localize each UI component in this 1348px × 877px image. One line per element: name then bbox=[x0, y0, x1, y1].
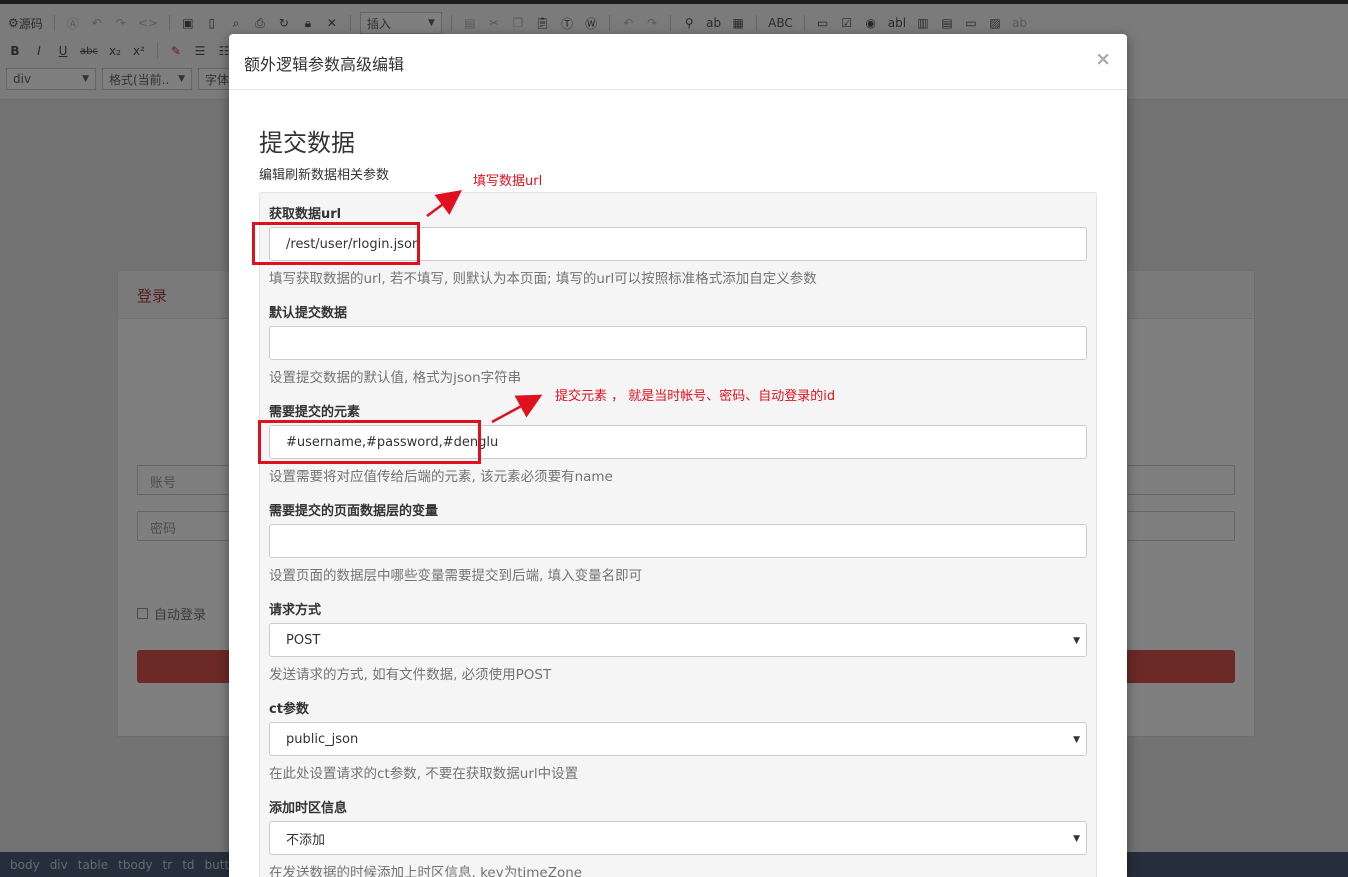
annotation-arrows bbox=[426, 190, 543, 424]
elements-arrow bbox=[491, 394, 543, 424]
elements-annotation: 提交元素 ， 就是当时帐号、密码、自动登录的id bbox=[555, 389, 836, 404]
url-arrow bbox=[426, 190, 463, 218]
url-annotation: 填写数据url bbox=[473, 174, 543, 189]
